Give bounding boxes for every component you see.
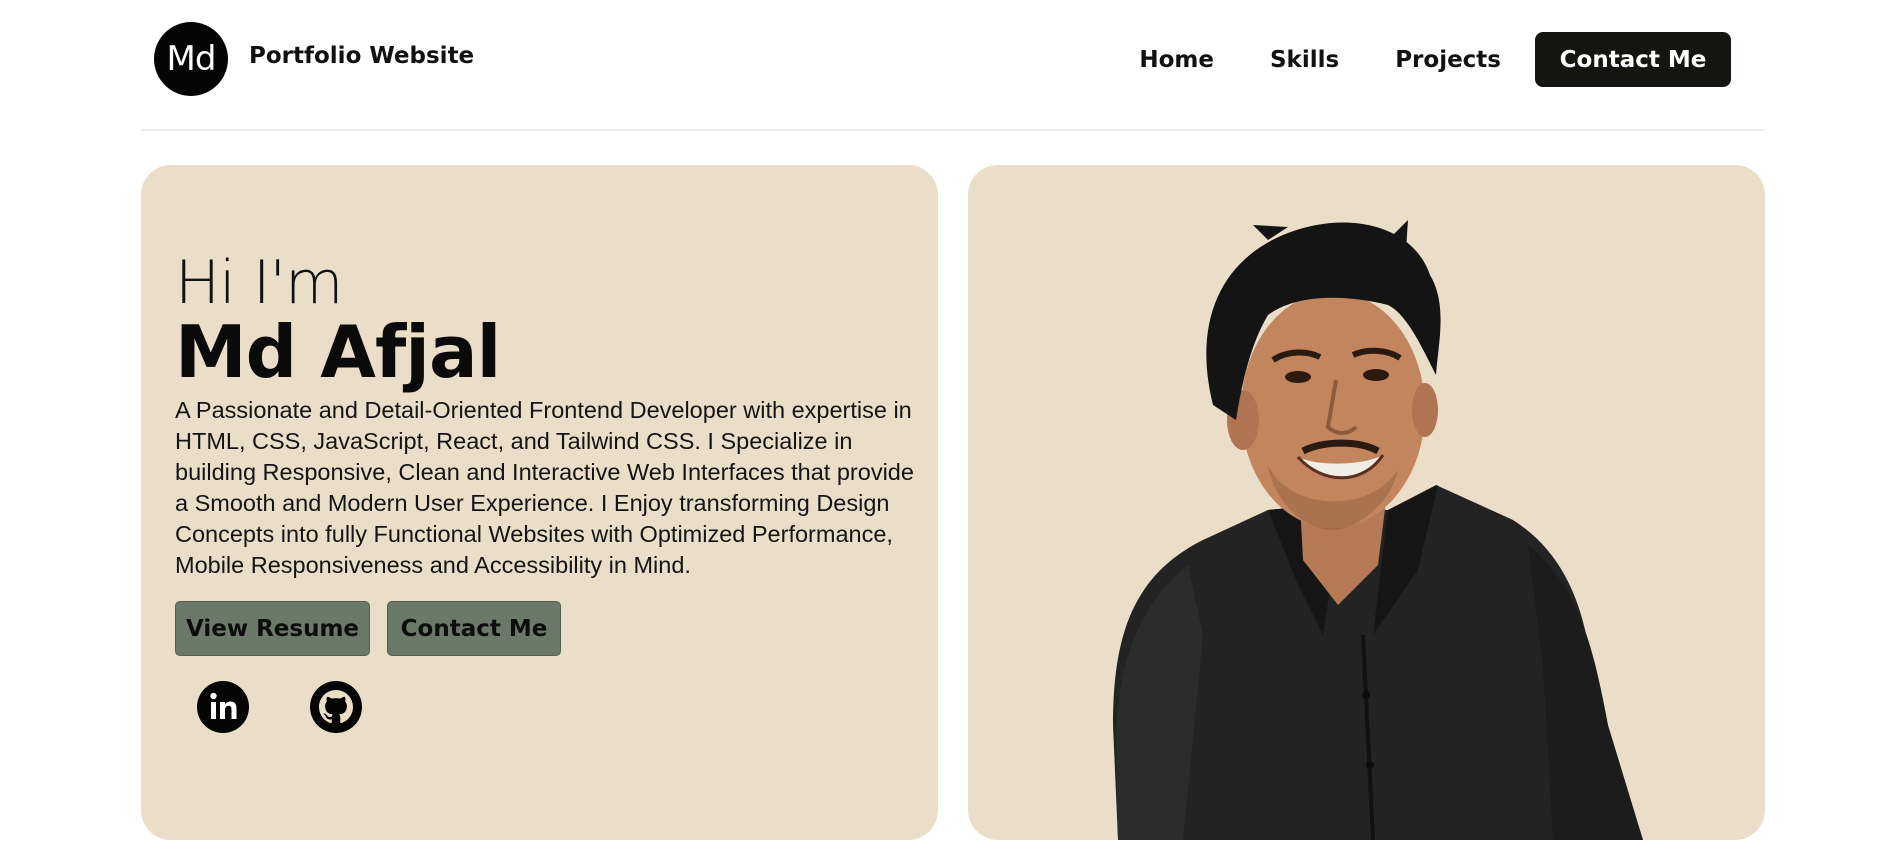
contact-me-button[interactable]: Contact Me: [387, 601, 561, 656]
greeting: Hi I'm: [175, 248, 343, 318]
logo[interactable]: Md: [154, 22, 228, 96]
contact-me-nav-button[interactable]: Contact Me: [1535, 32, 1731, 87]
nav-skills-link[interactable]: Skills: [1270, 47, 1339, 73]
linkedin-icon[interactable]: [197, 681, 249, 733]
brand-title: Portfolio Website: [249, 43, 475, 69]
hero-photo-card: [968, 165, 1765, 840]
nav-home-link[interactable]: Home: [1139, 47, 1214, 73]
hero-name: Md Afjal: [175, 310, 501, 394]
site-header: Md Portfolio Website Home Skills Project…: [141, 0, 1765, 131]
hero-bio: A Passionate and Detail-Oriented Fronten…: [175, 397, 914, 578]
view-resume-button[interactable]: View Resume: [175, 601, 370, 656]
hero-intro-card: Hi I'm Md Afjal A Passionate and Detail-…: [141, 165, 938, 840]
nav-projects-link[interactable]: Projects: [1395, 47, 1501, 73]
profile-photo: [1113, 220, 1643, 840]
main-nav: Home Skills Projects Contact Me: [1139, 32, 1731, 87]
github-icon[interactable]: [310, 681, 362, 733]
